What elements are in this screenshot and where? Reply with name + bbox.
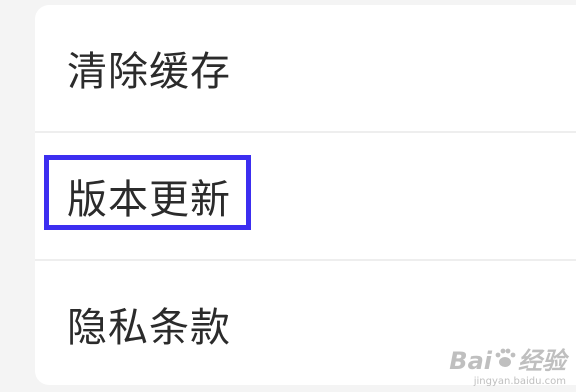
watermark-brand-left: Bai (449, 346, 492, 375)
privacy-terms-label: 隐私条款 (67, 305, 231, 351)
version-update-label: 版本更新 (67, 177, 231, 223)
clear-cache-label: 清除缓存 (67, 49, 231, 95)
watermark-url: jingyan.baidu.com (473, 376, 566, 387)
settings-row-version-update[interactable]: 版本更新 (35, 133, 576, 259)
settings-row-clear-cache[interactable]: 清除缓存 (35, 5, 576, 131)
watermark-brand-right: 经验 (518, 346, 566, 375)
paw-icon (494, 347, 516, 374)
settings-card: 清除缓存 版本更新 隐私条款 (35, 5, 576, 385)
baidu-jingyan-watermark: Bai 经验 jingyan.baidu.com (449, 347, 566, 388)
